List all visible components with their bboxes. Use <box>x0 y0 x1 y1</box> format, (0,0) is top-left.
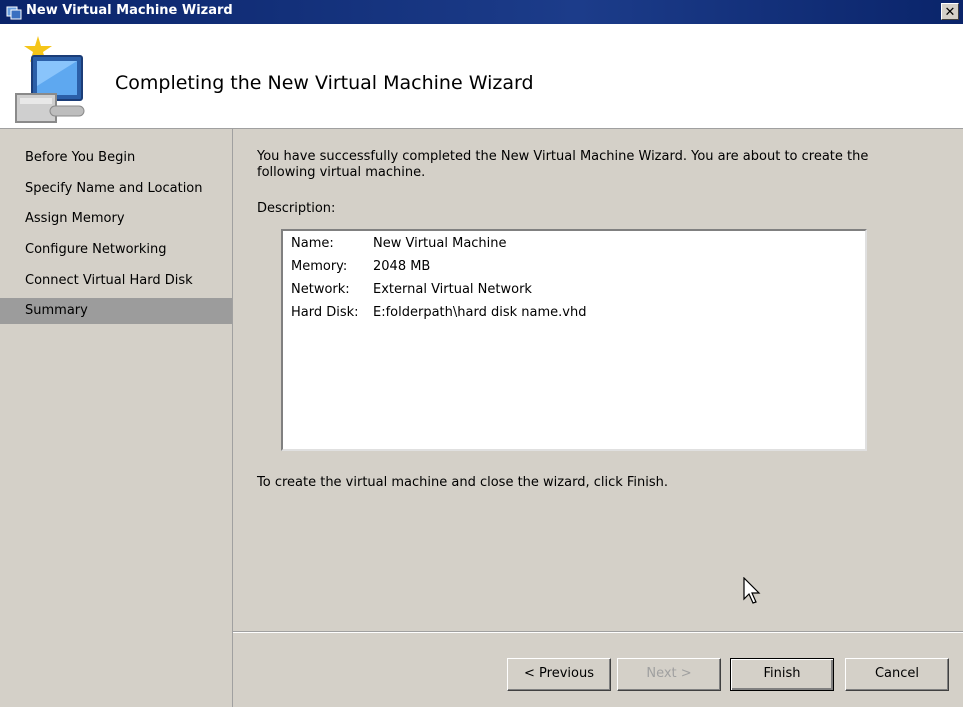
title-bar: New Virtual Machine Wizard ✕ <box>0 0 963 24</box>
wizard-computer-icon <box>15 36 85 123</box>
description-value: 2048 MB <box>373 259 431 274</box>
virtual-machine-icon <box>6 6 22 20</box>
intro-text: You have successfully completed the New … <box>257 149 869 180</box>
step-configure-networking[interactable]: Configure Networking <box>0 237 232 263</box>
description-key: Hard Disk: <box>291 305 359 320</box>
close-button[interactable]: ✕ <box>941 3 959 20</box>
step-specify-name-location[interactable]: Specify Name and Location <box>0 176 232 202</box>
description-label: Description: <box>257 201 336 216</box>
mouse-cursor-icon <box>743 577 761 604</box>
next-button[interactable]: Next > <box>617 658 721 691</box>
description-key: Memory: <box>291 259 348 274</box>
wizard-content: You have successfully completed the New … <box>233 129 963 707</box>
finish-instruction: To create the virtual machine and close … <box>257 475 669 490</box>
step-before-you-begin[interactable]: Before You Begin <box>0 145 232 171</box>
description-key: Network: <box>291 282 350 297</box>
footer-divider <box>233 631 963 633</box>
description-key: Name: <box>291 236 334 251</box>
description-box[interactable]: Name: New Virtual Machine Memory: 2048 M… <box>281 229 867 451</box>
cancel-button[interactable]: Cancel <box>845 658 949 691</box>
finish-button[interactable]: Finish <box>730 658 834 691</box>
description-value: New Virtual Machine <box>373 236 507 251</box>
previous-button[interactable]: < Previous <box>507 658 611 691</box>
step-connect-virtual-hard-disk[interactable]: Connect Virtual Hard Disk <box>0 268 232 294</box>
description-value: External Virtual Network <box>373 282 532 297</box>
window-title: New Virtual Machine Wizard <box>26 3 233 18</box>
page-title: Completing the New Virtual Machine Wizar… <box>115 72 534 94</box>
step-summary[interactable]: Summary <box>0 298 232 324</box>
wizard-steps-sidebar: Before You Begin Specify Name and Locati… <box>0 129 233 707</box>
description-value: E:folderpath\hard disk name.vhd <box>373 305 587 320</box>
step-assign-memory[interactable]: Assign Memory <box>0 206 232 232</box>
wizard-header: Completing the New Virtual Machine Wizar… <box>0 24 963 129</box>
